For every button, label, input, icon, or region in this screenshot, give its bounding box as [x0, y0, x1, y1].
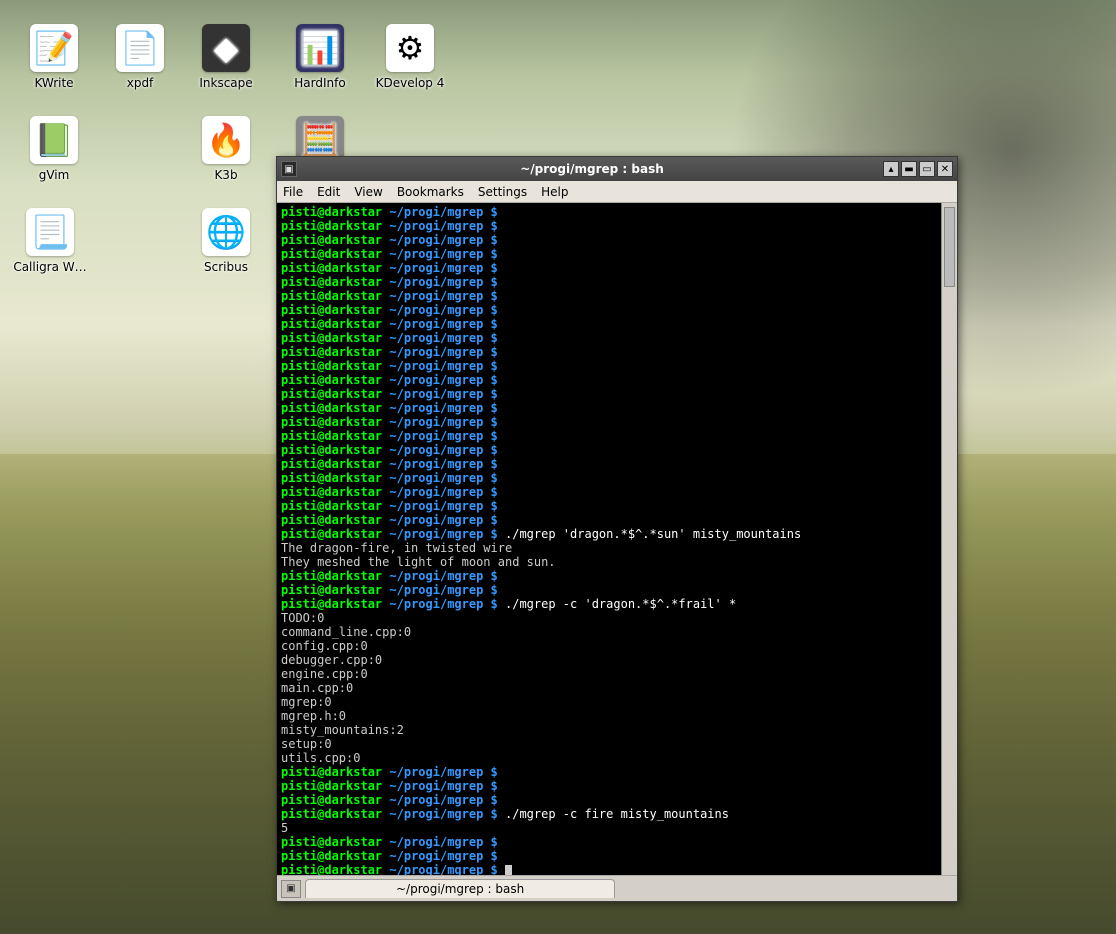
terminal-app-icon: ▣: [281, 161, 297, 177]
terminal-line: pisti@darkstar ~/progi/mgrep $ ./mgrep -…: [281, 807, 953, 821]
desktop-icon-label: Inkscape: [199, 76, 252, 90]
terminal-line: pisti@darkstar ~/progi/mgrep $: [281, 499, 953, 513]
terminal-line: pisti@darkstar ~/progi/mgrep $: [281, 401, 953, 415]
terminal-line: pisti@darkstar ~/progi/mgrep $: [281, 261, 953, 275]
tab-bar: ▣ ~/progi/mgrep : bash: [277, 875, 957, 901]
terminal-cursor: [505, 865, 512, 875]
terminal-line: pisti@darkstar ~/progi/mgrep $: [281, 373, 953, 387]
gvim-icon: 📗: [30, 116, 78, 164]
desktop-icon-label: K3b: [214, 168, 237, 182]
terminal-output-line: main.cpp:0: [281, 681, 953, 695]
maximize-button[interactable]: ▭: [919, 161, 935, 177]
kwrite-icon: 📝: [30, 24, 78, 72]
terminal-line: pisti@darkstar ~/progi/mgrep $: [281, 387, 953, 401]
terminal-line: pisti@darkstar ~/progi/mgrep $ ./mgrep -…: [281, 597, 953, 611]
xpdf-icon: 📄: [116, 24, 164, 72]
desktop-icon-label: xpdf: [127, 76, 154, 90]
terminal-line: pisti@darkstar ~/progi/mgrep $: [281, 471, 953, 485]
terminal-line: pisti@darkstar ~/progi/mgrep $: [281, 429, 953, 443]
terminal-output-line: mgrep:0: [281, 695, 953, 709]
terminal-line: pisti@darkstar ~/progi/mgrep $: [281, 289, 953, 303]
menu-bookmarks[interactable]: Bookmarks: [397, 185, 464, 199]
desktop-icon-hardinfo[interactable]: 📊 HardInfo: [280, 24, 360, 90]
terminal-output-line: The dragon-fire, in twisted wire: [281, 541, 953, 555]
k3b-icon: 🔥: [202, 116, 250, 164]
terminal-output-line: They meshed the light of moon and sun.: [281, 555, 953, 569]
terminal-line: pisti@darkstar ~/progi/mgrep $: [281, 863, 953, 875]
terminal-line: pisti@darkstar ~/progi/mgrep $: [281, 765, 953, 779]
terminal-output-line: TODO:0: [281, 611, 953, 625]
terminal-line: pisti@darkstar ~/progi/mgrep $: [281, 275, 953, 289]
window-title: ~/progi/mgrep : bash: [303, 162, 881, 176]
terminal-line: pisti@darkstar ~/progi/mgrep $: [281, 219, 953, 233]
desktop-icon-label: KWrite: [34, 76, 73, 90]
terminal-line: pisti@darkstar ~/progi/mgrep $ ./mgrep '…: [281, 527, 953, 541]
terminal-output-line: misty_mountains:2: [281, 723, 953, 737]
terminal-line: pisti@darkstar ~/progi/mgrep $: [281, 359, 953, 373]
terminal-output-line: utils.cpp:0: [281, 751, 953, 765]
inkscape-icon: ◆: [202, 24, 250, 72]
terminal-line: pisti@darkstar ~/progi/mgrep $: [281, 849, 953, 863]
terminal-line: pisti@darkstar ~/progi/mgrep $: [281, 835, 953, 849]
terminal-viewport[interactable]: pisti@darkstar ~/progi/mgrep $ pisti@dar…: [277, 203, 957, 875]
desktop-icon-label: gVim: [39, 168, 70, 182]
desktop-icon-kwrite[interactable]: 📝 KWrite: [14, 24, 94, 90]
desktop-icon-calligra[interactable]: 📃 Calligra W…: [10, 208, 90, 274]
terminal-tab[interactable]: ~/progi/mgrep : bash: [305, 879, 615, 898]
menu-help[interactable]: Help: [541, 185, 568, 199]
terminal-line: pisti@darkstar ~/progi/mgrep $: [281, 443, 953, 457]
menu-bar: File Edit View Bookmarks Settings Help: [277, 181, 957, 203]
close-button[interactable]: ✕: [937, 161, 953, 177]
terminal-output-line: engine.cpp:0: [281, 667, 953, 681]
terminal-scrollbar[interactable]: [941, 203, 957, 875]
menu-file[interactable]: File: [283, 185, 303, 199]
scribus-icon: 🌐: [202, 208, 250, 256]
scrollbar-thumb[interactable]: [944, 207, 955, 287]
terminal-line: pisti@darkstar ~/progi/mgrep $: [281, 513, 953, 527]
desktop-icon-xpdf[interactable]: 📄 xpdf: [100, 24, 180, 90]
menu-edit[interactable]: Edit: [317, 185, 340, 199]
terminal-output-line: command_line.cpp:0: [281, 625, 953, 639]
window-titlebar[interactable]: ▣ ~/progi/mgrep : bash ▴ ▬ ▭ ✕: [277, 157, 957, 181]
pin-button[interactable]: ▴: [883, 161, 899, 177]
terminal-line: pisti@darkstar ~/progi/mgrep $: [281, 303, 953, 317]
terminal-output-line: setup:0: [281, 737, 953, 751]
terminal-line: pisti@darkstar ~/progi/mgrep $: [281, 331, 953, 345]
desktop-icon-k3b[interactable]: 🔥 K3b: [186, 116, 266, 182]
terminal-output-line: 5: [281, 821, 953, 835]
terminal-line: pisti@darkstar ~/progi/mgrep $: [281, 485, 953, 499]
terminal-output-line: config.cpp:0: [281, 639, 953, 653]
desktop-icon-inkscape[interactable]: ◆ Inkscape: [186, 24, 266, 90]
terminal-line: pisti@darkstar ~/progi/mgrep $: [281, 345, 953, 359]
minimize-button[interactable]: ▬: [901, 161, 917, 177]
new-tab-button[interactable]: ▣: [281, 880, 301, 898]
desktop-icon-label: Calligra W…: [13, 260, 86, 274]
terminal-line: pisti@darkstar ~/progi/mgrep $: [281, 317, 953, 331]
kdevelop-icon: ⚙: [386, 24, 434, 72]
desktop-icon-scribus[interactable]: 🌐 Scribus: [186, 208, 266, 274]
terminal-line: pisti@darkstar ~/progi/mgrep $: [281, 779, 953, 793]
desktop-icon-label: HardInfo: [294, 76, 345, 90]
terminal-output-line: mgrep.h:0: [281, 709, 953, 723]
calligra-icon: 📃: [26, 208, 74, 256]
terminal-line: pisti@darkstar ~/progi/mgrep $: [281, 569, 953, 583]
terminal-line: pisti@darkstar ~/progi/mgrep $: [281, 247, 953, 261]
menu-settings[interactable]: Settings: [478, 185, 527, 199]
terminal-line: pisti@darkstar ~/progi/mgrep $: [281, 415, 953, 429]
terminal-line: pisti@darkstar ~/progi/mgrep $: [281, 793, 953, 807]
terminal-output-line: debugger.cpp:0: [281, 653, 953, 667]
terminal-line: pisti@darkstar ~/progi/mgrep $: [281, 583, 953, 597]
menu-view[interactable]: View: [354, 185, 382, 199]
terminal-line: pisti@darkstar ~/progi/mgrep $: [281, 233, 953, 247]
terminal-line: pisti@darkstar ~/progi/mgrep $: [281, 457, 953, 471]
hardinfo-icon: 📊: [296, 24, 344, 72]
desktop-icon-label: Scribus: [204, 260, 248, 274]
desktop-icon-label: KDevelop 4: [376, 76, 445, 90]
desktop-icon-kdevelop[interactable]: ⚙ KDevelop 4: [370, 24, 450, 90]
desktop-icon-gvim[interactable]: 📗 gVim: [14, 116, 94, 182]
terminal-window: ▣ ~/progi/mgrep : bash ▴ ▬ ▭ ✕ File Edit…: [276, 156, 958, 902]
terminal-line: pisti@darkstar ~/progi/mgrep $: [281, 205, 953, 219]
